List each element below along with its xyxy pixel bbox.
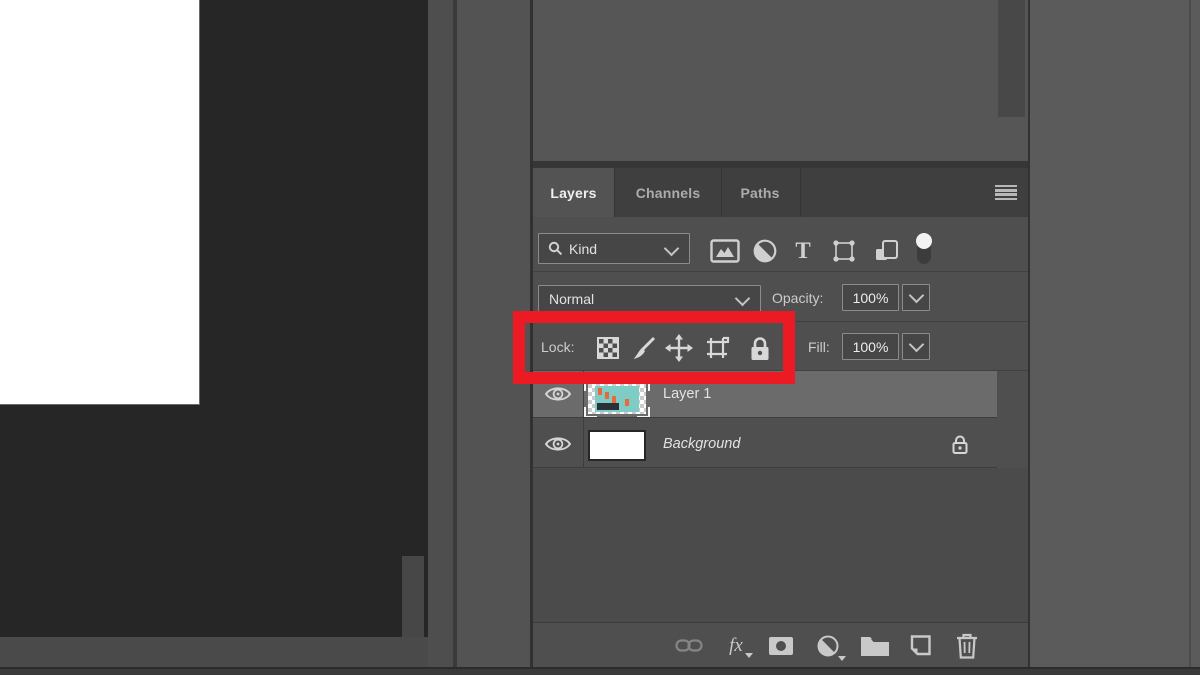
lock-position-move-icon[interactable] [664,334,694,362]
chevron-down-icon [908,336,924,353]
right-dock-area [1030,0,1200,675]
document-window [0,0,428,637]
filter-shape-layers-icon[interactable] [829,237,859,264]
new-layer-icon[interactable] [906,633,934,659]
blend-mode-value: Normal [549,290,595,307]
layers-panel-toolbar: fx [533,622,1028,667]
divider [533,271,1028,272]
new-adjustment-layer-icon[interactable] [814,633,846,661]
upper-panel [533,0,1028,161]
filter-toggle-switch[interactable] [913,232,935,266]
divider [533,321,1028,322]
right-dock-border [1028,0,1030,675]
filter-adjustment-layers-icon[interactable] [750,237,780,264]
eye-column-divider [583,371,584,467]
selection-bracket [584,380,597,391]
layer-thumbnail[interactable] [584,380,650,418]
tab-paths[interactable]: Paths [720,168,801,217]
panel-divider[interactable] [533,161,1028,168]
opacity-label: Opacity: [772,290,824,306]
fill-value[interactable]: 100% [842,333,899,360]
filter-kind-dropdown[interactable]: Kind [538,233,690,264]
layer-style-fx-icon[interactable]: fx [721,632,753,658]
tab-channels[interactable]: Channels [614,168,722,217]
chevron-down-icon [908,287,924,304]
layer-name[interactable]: Background [663,436,740,452]
opacity-dropdown-button[interactable] [902,284,930,311]
chevron-down-icon [663,240,680,257]
dock-gutter [428,0,453,668]
layer-row-background[interactable]: Background [533,417,997,467]
layer-name[interactable]: Layer 1 [663,386,711,402]
chevron-down-icon [745,653,753,658]
lock-all-padlock-icon[interactable] [746,334,774,362]
dock-gutter-2 [457,0,530,668]
fill-dropdown-button[interactable] [902,333,930,360]
delete-layer-trash-icon[interactable] [953,632,981,660]
filter-type-layers-icon[interactable]: T [791,237,815,264]
right-dock-seam [1189,0,1191,675]
new-group-folder-icon[interactable] [859,634,891,658]
upper-panel-scrollbar[interactable] [998,0,1025,117]
filter-pixel-layers-icon[interactable] [708,237,742,264]
filter-smart-objects-icon[interactable] [872,237,902,264]
fill-label: Fill: [808,339,830,355]
layers-panel-tabbar: Layers Channels Paths [533,168,1028,217]
visibility-eye-icon[interactable] [543,434,573,454]
filter-kind-value: Kind [569,240,598,257]
layer-lock-icon[interactable] [949,433,971,455]
search-icon [548,241,563,256]
layer-thumbnail[interactable] [588,430,646,461]
layer-row-layer1[interactable]: Layer 1 [533,371,997,418]
layers-empty-area[interactable] [533,468,1028,622]
blend-mode-dropdown[interactable]: Normal [538,285,761,312]
visibility-eye-icon[interactable] [543,384,573,404]
tab-layers[interactable]: Layers [533,168,614,217]
lock-artboard-nesting-icon[interactable] [701,334,733,362]
chevron-down-icon [838,656,846,661]
selection-bracket [637,380,650,391]
document-status-bar [0,637,428,667]
canvas-vertical-scrollbar[interactable] [402,556,424,637]
add-layer-mask-icon[interactable] [767,635,795,657]
opacity-value[interactable]: 100% [842,284,899,311]
canvas[interactable] [0,0,200,405]
window-bottom-strip [0,669,1200,675]
chevron-down-icon [734,290,751,307]
lock-image-pixels-brush-icon[interactable] [628,334,658,362]
panel-menu-icon[interactable] [995,185,1017,201]
lock-transparent-pixels-icon[interactable] [595,335,621,361]
link-layers-icon[interactable] [674,635,704,655]
lock-label: Lock: [541,339,575,355]
